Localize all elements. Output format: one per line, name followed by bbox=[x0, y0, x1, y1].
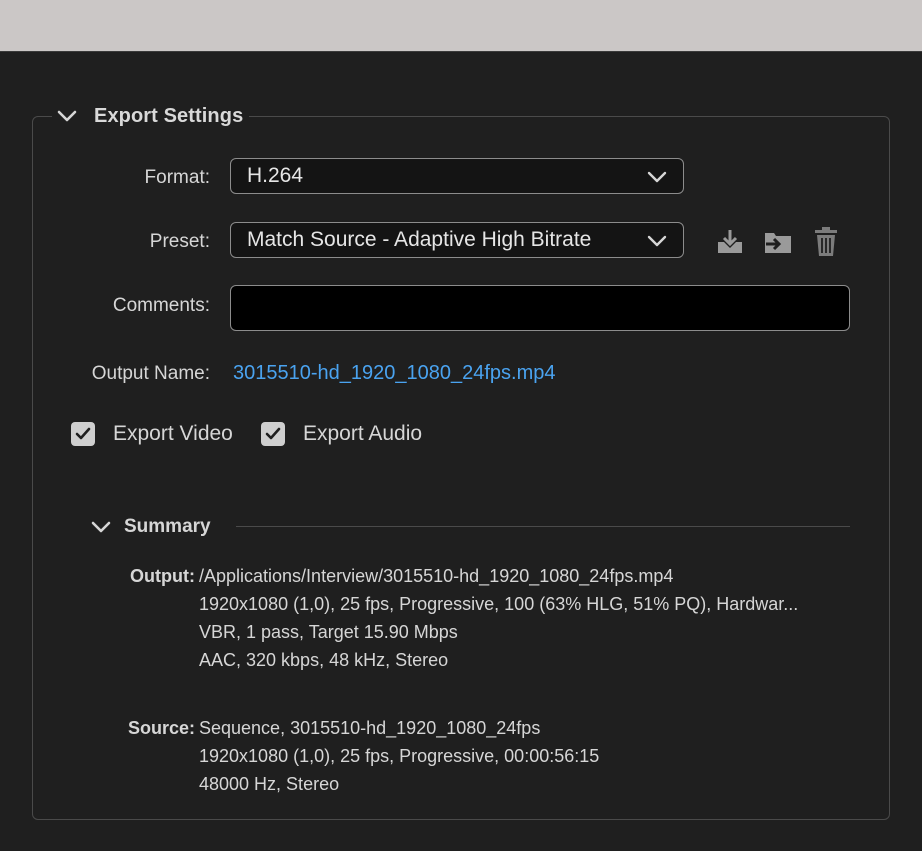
summary-output-line: 1920x1080 (1,0), 25 fps, Progressive, 10… bbox=[199, 594, 799, 614]
output-name-label: Output Name: bbox=[91, 363, 210, 384]
export-audio-checkbox[interactable] bbox=[261, 422, 285, 446]
summary-source-line: 48000 Hz, Stereo bbox=[199, 774, 340, 794]
save-preset-icon[interactable] bbox=[714, 226, 746, 258]
export-audio-toggle[interactable]: Export Audio bbox=[261, 422, 422, 446]
output-name-link[interactable]: 3015510-hd_1920_1080_24fps.mp4 bbox=[233, 362, 556, 385]
import-preset-icon[interactable] bbox=[762, 226, 794, 258]
format-dropdown[interactable]: H.264 bbox=[230, 158, 684, 194]
preset-value: Match Source - Adaptive High Bitrate bbox=[247, 228, 592, 251]
chevron-down-icon bbox=[647, 231, 667, 251]
export-settings-title: Export Settings bbox=[94, 104, 244, 127]
format-label: Format: bbox=[144, 167, 210, 188]
format-value: H.264 bbox=[247, 164, 304, 187]
delete-preset-icon[interactable] bbox=[810, 226, 842, 258]
chevron-down-icon[interactable] bbox=[56, 105, 78, 127]
chevron-down-icon[interactable] bbox=[90, 516, 112, 538]
export-video-checkbox[interactable] bbox=[71, 422, 95, 446]
export-settings-header[interactable]: Export Settings bbox=[52, 100, 250, 132]
summary-source-line: Sequence, 3015510-hd_1920_1080_24fps bbox=[199, 718, 541, 738]
summary-header[interactable]: Summary bbox=[90, 512, 211, 542]
summary-output-key: Output: bbox=[130, 566, 195, 586]
comments-input[interactable] bbox=[230, 285, 850, 331]
summary-source-key: Source: bbox=[127, 718, 195, 738]
chevron-down-icon bbox=[647, 167, 667, 187]
export-video-label: Export Video bbox=[113, 422, 233, 445]
title-bar bbox=[0, 0, 922, 52]
preset-label: Preset: bbox=[149, 231, 210, 252]
summary-divider bbox=[236, 526, 850, 527]
comments-label: Comments: bbox=[112, 295, 210, 316]
summary-source-line: 1920x1080 (1,0), 25 fps, Progressive, 00… bbox=[199, 746, 600, 766]
summary-output-line: /Applications/Interview/3015510-hd_1920_… bbox=[199, 566, 674, 586]
export-video-toggle[interactable]: Export Video bbox=[71, 422, 233, 446]
preset-dropdown[interactable]: Match Source - Adaptive High Bitrate bbox=[230, 222, 684, 258]
summary-title: Summary bbox=[124, 516, 211, 537]
export-audio-label: Export Audio bbox=[303, 422, 423, 445]
summary-output-line: VBR, 1 pass, Target 15.90 Mbps bbox=[199, 622, 458, 642]
summary-output-line: AAC, 320 kbps, 48 kHz, Stereo bbox=[199, 650, 449, 670]
